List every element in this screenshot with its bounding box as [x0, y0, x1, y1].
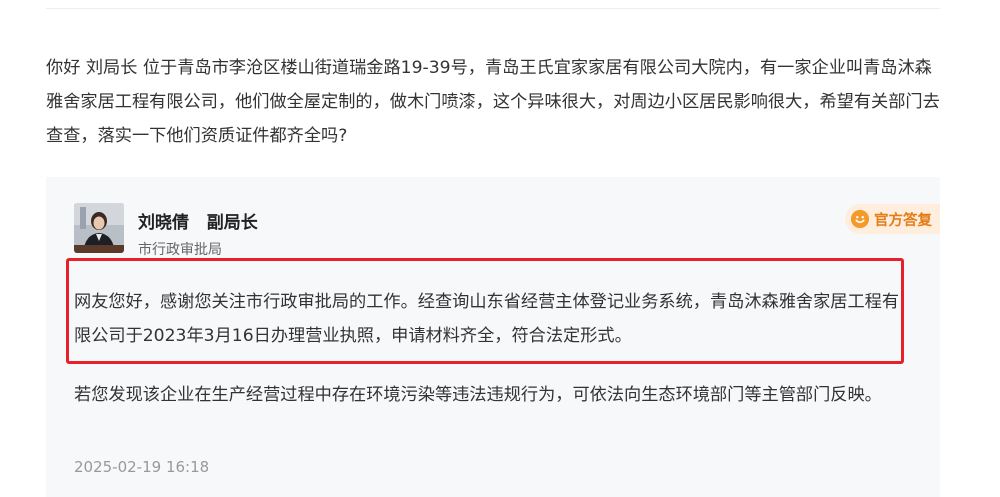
- replier-name: 刘晓倩 副局长: [138, 213, 258, 233]
- reply-card: 刘晓倩 副局长 市行政审批局 官方答复 网友您好，感谢您关注市行政审批局的工作。…: [46, 177, 940, 497]
- top-divider: [46, 8, 940, 9]
- reply-paragraph-2: 若您发现该企业在生产经营过程中存在环境污染等违法违规行为，可依法向生态环境部门等…: [74, 385, 882, 405]
- reply-timestamp: 2025-02-19 16:18: [74, 458, 210, 476]
- official-reply-badge: 官方答复: [845, 204, 940, 234]
- avatar: [74, 203, 124, 253]
- replier-department: 市行政审批局: [138, 242, 222, 258]
- question-text: 你好 刘局长 位于青岛市李沧区楼山街道瑞金路19-39号，青岛王氏宜家家居有限公…: [46, 58, 940, 146]
- official-reply-label: 官方答复: [874, 212, 932, 229]
- highlight-box: [66, 258, 904, 364]
- smile-icon: [851, 210, 869, 228]
- avatar-photo-icon: [74, 203, 124, 253]
- page: 你好 刘局长 位于青岛市李沧区楼山街道瑞金路19-39号，青岛王氏宜家家居有限公…: [0, 0, 1000, 497]
